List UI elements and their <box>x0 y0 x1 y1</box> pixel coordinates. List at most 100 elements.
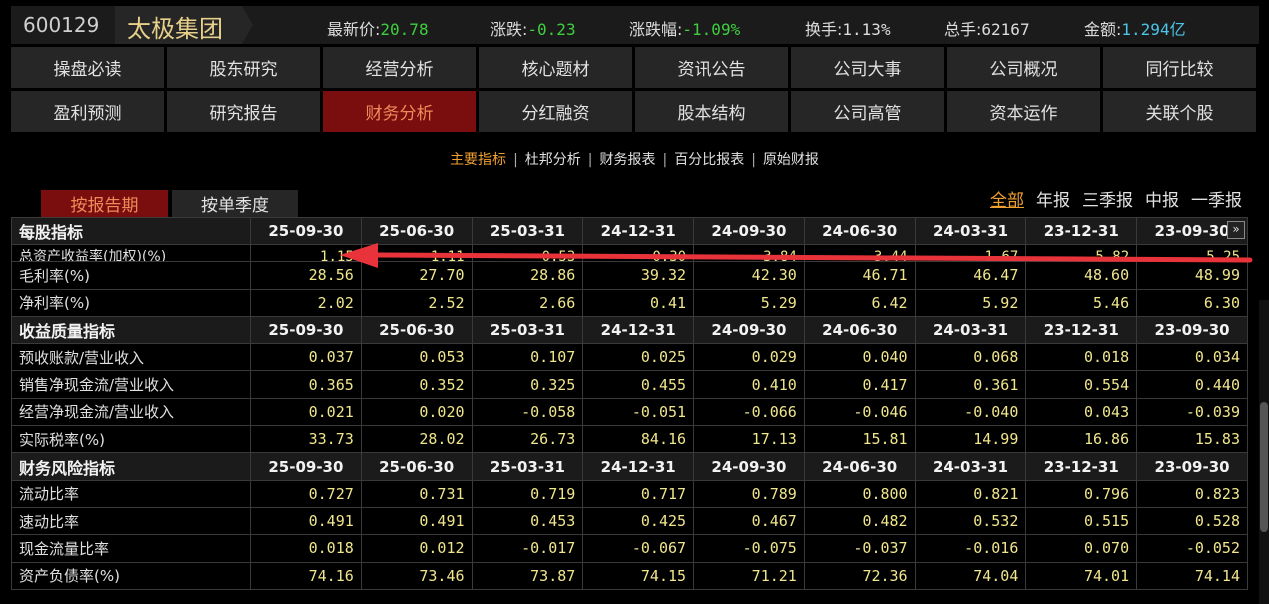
quote-value: -1.09% <box>682 20 741 39</box>
table-cell: 2.52 <box>360 288 473 317</box>
separator: | <box>662 152 668 168</box>
quote-label: 换手: <box>805 20 843 39</box>
quote-value: 62167 <box>981 20 1030 39</box>
table-cell: 0.719 <box>471 479 584 508</box>
by-report-period-button[interactable]: 按报告期 <box>41 190 168 217</box>
table-cell: 0.018 <box>1025 343 1138 372</box>
nav-tab[interactable]: 经营分析 <box>323 47 476 88</box>
table-cell: -0.040 <box>914 397 1027 427</box>
period-header: 23-09-30 <box>1136 452 1248 481</box>
row-label: 速动比率 <box>11 506 251 536</box>
table-cell: 6.42 <box>803 288 916 317</box>
nav-tab[interactable]: 关联个股 <box>1103 91 1256 132</box>
row-label: 销售净现金流/营业收入 <box>11 370 251 399</box>
nav-tab[interactable]: 资本运作 <box>947 91 1100 132</box>
sub-tab[interactable]: 杜邦分析 <box>525 152 581 168</box>
table-cell: 0.491 <box>360 506 473 536</box>
nav-tab[interactable]: 核心题材 <box>479 47 632 88</box>
nav-tab[interactable]: 同行比较 <box>1103 47 1256 88</box>
table-cell: 0.491 <box>250 506 362 536</box>
sub-tab[interactable]: 财务报表 <box>600 152 656 168</box>
table-cell: -0.017 <box>471 534 584 563</box>
separator: | <box>513 152 518 168</box>
period-header: 24-06-30 <box>803 315 916 345</box>
sub-tab[interactable]: 主要指标 <box>450 152 506 168</box>
freq-option[interactable]: 全部 <box>990 191 1024 211</box>
quote-item: 总手:62167 <box>944 16 1030 40</box>
freq-option[interactable]: 年报 <box>1036 191 1070 211</box>
table-cell: -0.039 <box>1136 397 1248 427</box>
freq-option[interactable]: 一季报 <box>1191 191 1242 211</box>
table-cell: 0.796 <box>1025 479 1138 508</box>
table-cell: 0.482 <box>803 506 916 536</box>
table-cell: 74.14 <box>1136 561 1248 590</box>
period-header: 25-03-31 <box>471 452 584 481</box>
frequency-filter: 全部 年报 三季报 中报 一季报 <box>978 186 1242 211</box>
period-header: 25-06-30 <box>360 216 473 246</box>
period-header: 24-06-30 <box>803 216 916 246</box>
quote-item: 涨跌:-0.23 <box>490 16 576 40</box>
by-single-quarter-button[interactable]: 按单季度 <box>172 190 298 217</box>
period-header: 24-03-31 <box>914 452 1027 481</box>
nav-tab[interactable]: 分红融资 <box>479 91 632 132</box>
table-cell: 16.86 <box>1025 425 1138 454</box>
nav-tab[interactable]: 公司概况 <box>947 47 1100 88</box>
table-cell: 2.02 <box>250 288 362 317</box>
table-cell: 1.15 <box>250 244 362 263</box>
period-header: 25-06-30 <box>360 452 473 481</box>
table-cell: 0.467 <box>693 506 805 536</box>
table-cell: 71.21 <box>693 561 805 590</box>
table-cell: 74.15 <box>582 561 695 590</box>
table-cell: 0.040 <box>803 343 916 372</box>
freq-option[interactable]: 三季报 <box>1082 191 1133 211</box>
nav-tab[interactable]: 股本结构 <box>635 91 788 132</box>
nav-tab[interactable]: 股东研究 <box>167 47 320 88</box>
nav-tab[interactable]: 财务分析 <box>323 91 476 132</box>
table-cell: 46.47 <box>914 261 1027 290</box>
stock-code: 600129 <box>23 13 100 37</box>
more-columns-icon[interactable]: » <box>1227 221 1245 239</box>
row-label: 流动比率 <box>11 479 251 508</box>
table-cell: 0.731 <box>360 479 473 508</box>
table-cell: 84.16 <box>582 425 695 454</box>
table-cell: 0.453 <box>471 506 584 536</box>
table-cell: 0.532 <box>914 506 1027 536</box>
table-cell: 0.30 <box>582 244 695 263</box>
table-cell: -0.066 <box>693 397 805 427</box>
scrollbar-thumb[interactable] <box>1260 402 1268 532</box>
section-header-row: 收益质量指标 25-09-30 25-06-30 25-03-31 24-12-31 24… <box>11 315 1248 345</box>
table-cell: 48.99 <box>1136 261 1248 290</box>
quote-label: 涨跌: <box>490 20 528 39</box>
table-cell: 0.410 <box>693 370 805 399</box>
table-cell: 1.67 <box>914 244 1027 263</box>
table-cell: 74.04 <box>914 561 1027 590</box>
table-cell: 3.44 <box>803 244 916 263</box>
table-cell: 0.455 <box>582 370 695 399</box>
table-cell: 0.043 <box>1025 397 1138 427</box>
stock-name: 太极集团 <box>127 15 223 43</box>
freq-option[interactable]: 中报 <box>1145 191 1179 211</box>
nav-tab[interactable]: 研究报告 <box>167 91 320 132</box>
table-cell: 0.020 <box>360 397 473 427</box>
nav-tab[interactable]: 操盘必读 <box>11 47 164 88</box>
quote-label: 金额: <box>1084 20 1122 39</box>
section-title: 收益质量指标 <box>11 315 251 345</box>
sub-tab[interactable]: 百分比报表 <box>674 152 744 168</box>
table-cell: 0.417 <box>803 370 916 399</box>
table-row: 实际税率(%) 33.73 28.02 26.73 84.16 17.13 15.81 14.… <box>11 425 1248 454</box>
section-header-row: 财务风险指标 25-09-30 25-06-30 25-03-31 24-12-31 24… <box>11 452 1248 481</box>
nav-tab[interactable]: 公司大事 <box>791 47 944 88</box>
quote-value: -0.23 <box>527 20 576 39</box>
nav-row-1: 操盘必读 股东研究 经营分析 核心题材 资讯公告 公司大事 公司概况 同行比较 <box>11 47 1259 88</box>
nav-tab[interactable]: 资讯公告 <box>635 47 788 88</box>
table-row: 净利率(%) 2.02 2.52 2.66 0.41 5.29 6.42 5.92 5.46 6.… <box>11 288 1248 317</box>
separator: | <box>587 152 593 168</box>
table-cell: 0.53 <box>471 244 584 263</box>
table-cell: 72.36 <box>803 561 916 590</box>
quote-label: 最新价: <box>327 20 381 39</box>
sub-tab[interactable]: 原始财报 <box>763 152 819 168</box>
table-row: 流动比率 0.727 0.731 0.719 0.717 0.789 0.800 0.821 0… <box>11 479 1248 508</box>
table-cell: 0.068 <box>914 343 1027 372</box>
nav-tab[interactable]: 盈利预测 <box>11 91 164 132</box>
nav-tab[interactable]: 公司高管 <box>791 91 944 132</box>
